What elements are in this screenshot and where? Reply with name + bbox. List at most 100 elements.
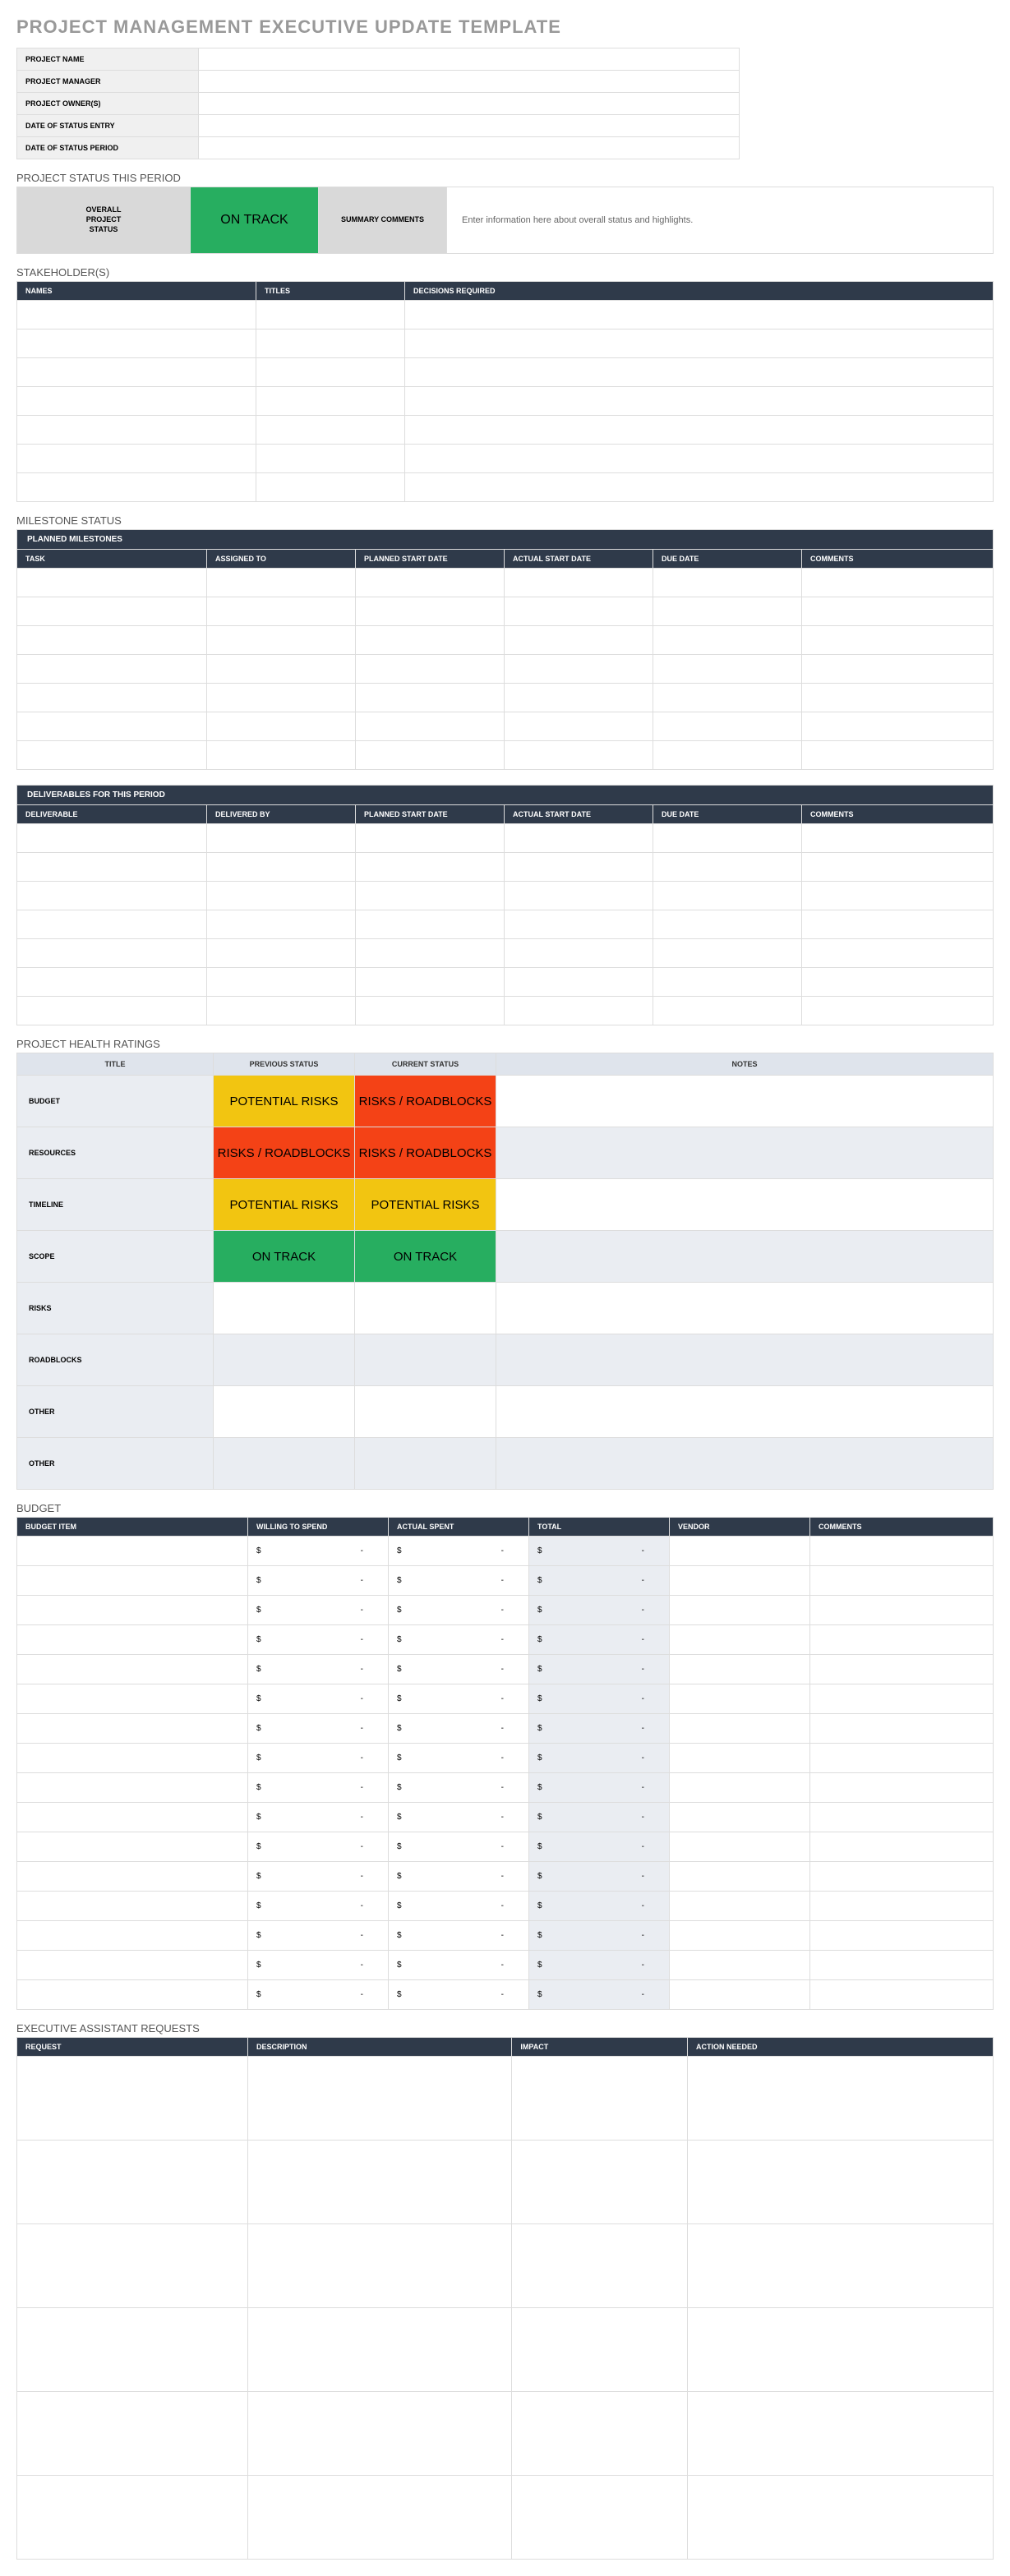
health-prev[interactable] <box>214 1334 355 1386</box>
cell[interactable] <box>653 684 802 712</box>
budget-amount[interactable]: $- <box>248 1744 389 1773</box>
budget-vendor[interactable] <box>670 1596 810 1625</box>
budget-total[interactable]: $- <box>529 1596 670 1625</box>
cell[interactable] <box>356 939 505 968</box>
budget-total[interactable]: $- <box>529 1832 670 1862</box>
budget-amount[interactable]: $- <box>248 1566 389 1596</box>
budget-amount[interactable]: $- <box>389 1537 529 1566</box>
budget-amount[interactable]: $- <box>248 1980 389 2010</box>
health-prev[interactable]: ON TRACK <box>214 1231 355 1283</box>
health-curr[interactable] <box>355 1283 496 1334</box>
health-prev[interactable]: POTENTIAL RISKS <box>214 1076 355 1127</box>
request-cell[interactable] <box>248 2392 512 2476</box>
cell[interactable] <box>653 968 802 997</box>
budget-comments[interactable] <box>810 1566 994 1596</box>
cell[interactable] <box>256 416 405 445</box>
budget-amount[interactable]: $- <box>389 1862 529 1892</box>
budget-amount[interactable]: $- <box>389 1566 529 1596</box>
cell[interactable] <box>802 910 994 939</box>
request-cell[interactable] <box>248 2141 512 2224</box>
request-cell[interactable] <box>687 2476 993 2560</box>
cell[interactable] <box>802 655 994 684</box>
cell[interactable] <box>17 853 207 882</box>
cell[interactable] <box>653 712 802 741</box>
cell[interactable] <box>802 626 994 655</box>
cell[interactable] <box>356 824 505 853</box>
cell[interactable] <box>17 445 256 473</box>
health-curr[interactable]: POTENTIAL RISKS <box>355 1179 496 1231</box>
request-cell[interactable] <box>17 2308 248 2392</box>
budget-comments[interactable] <box>810 1744 994 1773</box>
request-cell[interactable] <box>687 2057 993 2141</box>
budget-vendor[interactable] <box>670 1714 810 1744</box>
cell[interactable] <box>356 882 505 910</box>
cell[interactable] <box>207 853 356 882</box>
budget-amount[interactable]: $- <box>389 1684 529 1714</box>
cell[interactable] <box>256 358 405 387</box>
budget-amount[interactable]: $- <box>389 1803 529 1832</box>
request-cell[interactable] <box>512 2141 688 2224</box>
budget-comments[interactable] <box>810 1773 994 1803</box>
budget-comments[interactable] <box>810 1803 994 1832</box>
cell[interactable] <box>207 824 356 853</box>
cell[interactable] <box>356 997 505 1025</box>
cell[interactable] <box>653 882 802 910</box>
cell[interactable] <box>653 824 802 853</box>
budget-total[interactable]: $- <box>529 1921 670 1951</box>
budget-item[interactable] <box>17 1892 248 1921</box>
health-curr[interactable] <box>355 1386 496 1438</box>
budget-item[interactable] <box>17 1684 248 1714</box>
cell[interactable] <box>802 741 994 770</box>
cell[interactable] <box>207 712 356 741</box>
budget-comments[interactable] <box>810 1951 994 1980</box>
budget-item[interactable] <box>17 1537 248 1566</box>
cell[interactable] <box>356 910 505 939</box>
cell[interactable] <box>802 882 994 910</box>
cell[interactable] <box>505 712 653 741</box>
cell[interactable] <box>653 597 802 626</box>
budget-total[interactable]: $- <box>529 1803 670 1832</box>
request-cell[interactable] <box>17 2476 248 2560</box>
cell[interactable] <box>17 358 256 387</box>
cell[interactable] <box>256 445 405 473</box>
cell[interactable] <box>17 626 207 655</box>
budget-amount[interactable]: $- <box>248 1596 389 1625</box>
cell[interactable] <box>802 684 994 712</box>
budget-item[interactable] <box>17 1921 248 1951</box>
budget-item[interactable] <box>17 1832 248 1862</box>
cell[interactable] <box>356 569 505 597</box>
budget-total[interactable]: $- <box>529 1714 670 1744</box>
cell[interactable] <box>653 626 802 655</box>
health-prev[interactable] <box>214 1438 355 1490</box>
cell[interactable] <box>505 684 653 712</box>
request-cell[interactable] <box>248 2057 512 2141</box>
cell[interactable] <box>17 882 207 910</box>
request-cell[interactable] <box>512 2476 688 2560</box>
health-notes[interactable] <box>496 1283 994 1334</box>
budget-comments[interactable] <box>810 1892 994 1921</box>
request-cell[interactable] <box>687 2308 993 2392</box>
budget-total[interactable]: $- <box>529 1684 670 1714</box>
cell[interactable] <box>802 569 994 597</box>
budget-amount[interactable]: $- <box>248 1892 389 1921</box>
budget-total[interactable]: $- <box>529 1744 670 1773</box>
cell[interactable] <box>356 741 505 770</box>
request-cell[interactable] <box>248 2224 512 2308</box>
health-notes[interactable] <box>496 1179 994 1231</box>
request-cell[interactable] <box>512 2392 688 2476</box>
cell[interactable] <box>256 387 405 416</box>
cell[interactable] <box>207 569 356 597</box>
health-prev[interactable] <box>214 1386 355 1438</box>
budget-amount[interactable]: $- <box>389 1951 529 1980</box>
cell[interactable] <box>17 473 256 502</box>
budget-item[interactable] <box>17 1803 248 1832</box>
budget-amount[interactable]: $- <box>389 1921 529 1951</box>
budget-amount[interactable]: $- <box>248 1773 389 1803</box>
health-curr[interactable]: ON TRACK <box>355 1231 496 1283</box>
health-notes[interactable] <box>496 1127 994 1179</box>
budget-vendor[interactable] <box>670 1566 810 1596</box>
budget-amount[interactable]: $- <box>389 1744 529 1773</box>
cell[interactable] <box>17 416 256 445</box>
budget-comments[interactable] <box>810 1537 994 1566</box>
request-cell[interactable] <box>687 2141 993 2224</box>
